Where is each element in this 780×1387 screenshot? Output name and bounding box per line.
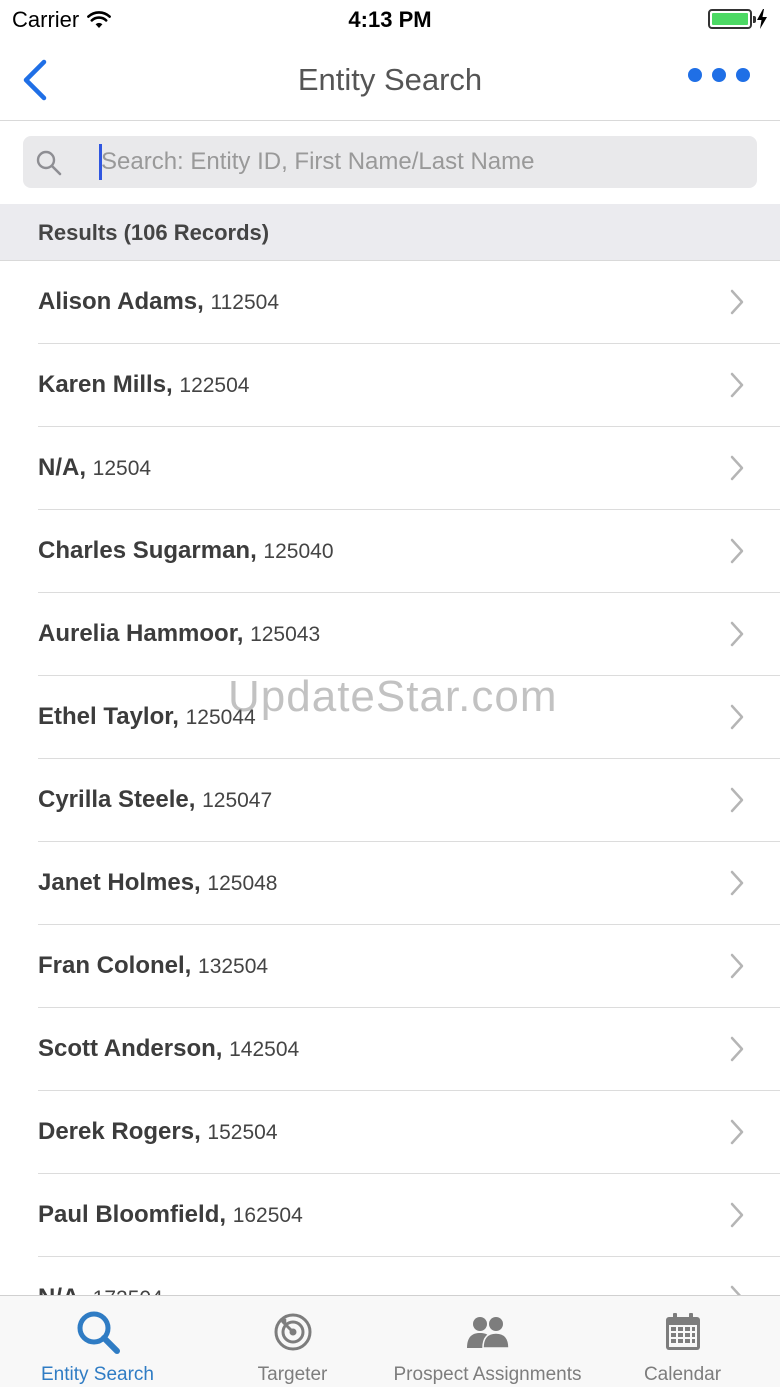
list-item[interactable]: Fran Colonel, 132504 xyxy=(0,925,780,1008)
entity-id: 112504 xyxy=(210,291,280,314)
chevron-right-icon xyxy=(730,372,744,398)
entity-id: 142504 xyxy=(229,1038,300,1061)
status-time: 4:13 PM xyxy=(348,7,432,32)
entity-name: Aurelia Hammoor, xyxy=(38,620,244,647)
list-item[interactable]: Alison Adams, 112504 xyxy=(0,261,780,344)
list-item[interactable]: Derek Rogers, 152504 xyxy=(0,1091,780,1174)
entity-name: N/A, xyxy=(38,454,86,481)
battery-indicator xyxy=(708,9,768,29)
entity-name: N/A, xyxy=(38,1284,86,1295)
entity-name: Derek Rogers, xyxy=(38,1118,201,1145)
more-dot-icon xyxy=(712,68,726,82)
battery-icon xyxy=(708,9,756,29)
entity-name: Scott Anderson, xyxy=(38,1035,223,1062)
chevron-right-icon xyxy=(730,1285,741,1295)
list-item[interactable]: Janet Holmes, 125048 xyxy=(0,842,780,925)
chevron-right-icon xyxy=(730,1036,744,1062)
list-item[interactable]: Scott Anderson, 142504 xyxy=(0,1008,780,1091)
chevron-right-icon xyxy=(730,621,744,647)
search-icon xyxy=(36,150,62,176)
tab-label: Entity Search xyxy=(41,1364,154,1385)
entity-id: 122504 xyxy=(179,374,250,397)
entity-name: Paul Bloomfield, xyxy=(38,1201,227,1228)
tab-calendar[interactable]: Calendar xyxy=(585,1296,780,1387)
entity-name: Fran Colonel, xyxy=(38,952,192,979)
chevron-right-icon xyxy=(730,870,744,896)
tab-bar: Entity Search Targeter Prospect Assignme… xyxy=(0,1295,780,1387)
chevron-right-icon xyxy=(730,953,744,979)
charging-bolt-icon xyxy=(757,9,767,29)
entity-name: Janet Holmes, xyxy=(38,869,201,896)
chevron-right-icon xyxy=(730,538,744,564)
chevron-right-icon xyxy=(730,1119,744,1145)
chevron-right-icon xyxy=(730,289,744,315)
list-item[interactable]: Cyrilla Steele, 125047 xyxy=(0,759,780,842)
entity-id: 132504 xyxy=(198,955,269,978)
calendar-icon xyxy=(665,1313,700,1350)
tab-label: Prospect Assignments xyxy=(393,1364,582,1385)
tab-targeter[interactable]: Targeter xyxy=(195,1296,390,1387)
entity-id: 172504 xyxy=(93,1287,163,1295)
list-item[interactable]: Ethel Taylor, 125044 xyxy=(0,676,780,759)
tab-label: Calendar xyxy=(643,1364,722,1385)
entity-id: 152504 xyxy=(207,1121,278,1144)
people-icon xyxy=(466,1317,510,1349)
status-bar: Carrier 4:13 PM xyxy=(0,0,780,40)
chevron-right-icon xyxy=(730,1202,744,1228)
more-dot-icon xyxy=(736,68,750,82)
page-title: Entity Search xyxy=(297,62,483,97)
list-item[interactable]: Paul Bloomfield, 162504 xyxy=(0,1174,780,1257)
entity-id: 125044 xyxy=(185,706,256,729)
list-item[interactable]: Aurelia Hammoor, 125043 xyxy=(0,593,780,676)
entity-id: 125040 xyxy=(263,540,334,563)
entity-name: Cyrilla Steele, xyxy=(38,786,196,813)
entity-name: Karen Mills, xyxy=(38,371,173,398)
search-bar xyxy=(23,136,757,188)
chevron-right-icon xyxy=(730,787,744,813)
list-item[interactable]: N/A, 12504 xyxy=(0,427,780,510)
navigation-bar: Entity Search xyxy=(0,40,780,121)
tab-prospect-assignments[interactable]: Prospect Assignments xyxy=(390,1296,585,1387)
entity-name: Alison Adams, xyxy=(38,288,204,315)
results-count-label: Results (106 Records) xyxy=(38,220,270,245)
search-input[interactable] xyxy=(101,136,741,188)
entity-id: 125048 xyxy=(207,872,278,895)
more-dot-icon xyxy=(688,68,702,82)
list-item[interactable]: N/A, 172504 xyxy=(0,1257,780,1295)
entity-id: 125047 xyxy=(202,789,273,812)
more-options-button[interactable] xyxy=(688,68,750,82)
entity-id: 12504 xyxy=(92,457,152,480)
results-list: Alison Adams, 112504 Karen Mills, 122504… xyxy=(0,261,780,1295)
entity-id: 125043 xyxy=(250,623,321,646)
tab-entity-search[interactable]: Entity Search xyxy=(0,1296,195,1387)
target-icon xyxy=(274,1313,311,1351)
tab-label: Targeter xyxy=(257,1364,328,1385)
list-item[interactable]: Karen Mills, 122504 xyxy=(0,344,780,427)
results-header: Results (106 Records) xyxy=(0,204,780,261)
chevron-right-icon xyxy=(730,455,744,481)
entity-name: Ethel Taylor, xyxy=(38,703,179,730)
entity-id: 162504 xyxy=(232,1204,303,1227)
list-item[interactable]: Charles Sugarman, 125040 xyxy=(0,510,780,593)
entity-name: Charles Sugarman, xyxy=(38,537,257,564)
search-icon xyxy=(77,1311,120,1354)
chevron-right-icon xyxy=(730,704,744,730)
